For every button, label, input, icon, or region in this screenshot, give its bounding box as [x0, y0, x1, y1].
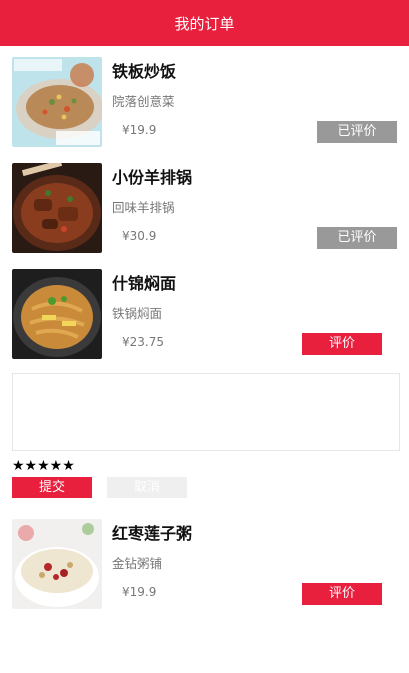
shop-name: 金钻粥铺 — [112, 556, 163, 571]
price: ¥23.75 — [122, 335, 164, 349]
food-image — [12, 269, 102, 359]
review-textarea[interactable] — [12, 373, 400, 451]
price: ¥19.9 — [122, 585, 157, 599]
order-item[interactable]: 铁板炒饭 院落创意菜 ¥19.9 已评价 — [0, 46, 409, 152]
submit-button[interactable]: 提交 — [12, 477, 92, 498]
dish-name: 小份羊排锅 — [112, 168, 193, 187]
order-item[interactable]: 红枣莲子粥 金钻粥铺 ¥19.9 评价 — [0, 508, 409, 614]
shop-name: 回味羊排锅 — [112, 200, 175, 215]
rating-stars[interactable]: ★★★★★ — [12, 458, 75, 474]
food-image — [12, 163, 102, 253]
header-bar: 我的订单 — [0, 0, 409, 46]
food-image — [12, 57, 102, 147]
order-item[interactable]: 什锦焖面 铁锅焖面 ¥23.75 评价 — [0, 258, 409, 364]
reviewed-button[interactable]: 已评价 — [317, 227, 397, 249]
food-image — [12, 519, 102, 609]
review-button[interactable]: 评价 — [302, 333, 382, 355]
order-item[interactable]: 小份羊排锅 回味羊排锅 ¥30.9 已评价 — [0, 152, 409, 258]
page-title: 我的订单 — [174, 14, 235, 33]
dish-name: 什锦焖面 — [112, 274, 177, 293]
price: ¥30.9 — [122, 229, 157, 243]
reviewed-button[interactable]: 已评价 — [317, 121, 397, 143]
dish-name: 铁板炒饭 — [112, 62, 177, 81]
shop-name: 铁锅焖面 — [112, 306, 163, 321]
cancel-button[interactable]: 取消 — [107, 477, 187, 498]
dish-name: 红枣莲子粥 — [112, 524, 193, 543]
shop-name: 院落创意菜 — [112, 94, 175, 109]
review-button[interactable]: 评价 — [302, 583, 382, 605]
price: ¥19.9 — [122, 123, 157, 137]
